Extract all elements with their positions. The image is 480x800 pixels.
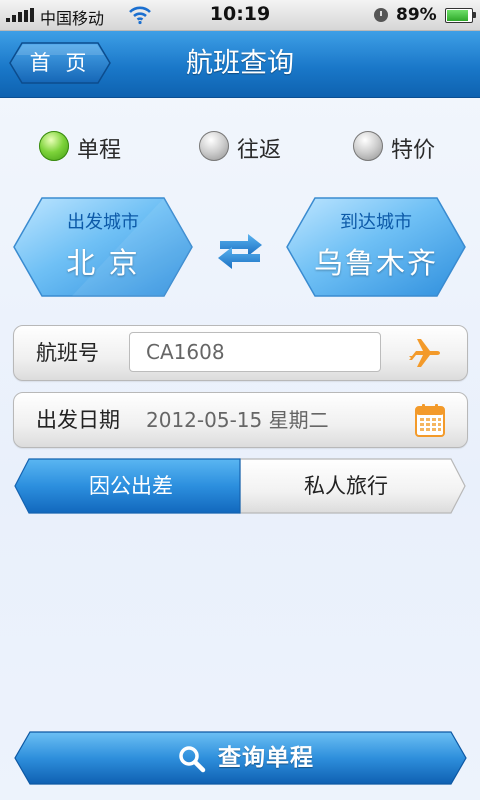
orientation-lock-icon [374, 8, 388, 22]
nav-header: 航班查询 首 页 [0, 31, 480, 98]
departure-city-value: 北 京 [66, 246, 140, 280]
departure-date-value: 2012-05-15 星期二 [146, 408, 329, 432]
trip-type-special-fare[interactable]: 特价 [353, 130, 453, 164]
battery-icon [445, 8, 476, 23]
battery-percent: 89% [396, 5, 437, 25]
departure-city-button[interactable]: 出发城市 北 京 [12, 196, 194, 298]
home-back-button[interactable]: 首 页 [8, 41, 112, 85]
swap-arrows-icon[interactable] [216, 231, 264, 271]
calendar-icon[interactable] [415, 403, 445, 437]
purpose-business-trip[interactable]: 因公出差 [23, 458, 239, 514]
search-button-label: 查询单程 [218, 745, 314, 771]
home-button-label: 首 页 [29, 51, 91, 75]
flight-number-input[interactable] [129, 332, 381, 372]
departure-city-label: 出发城市 [67, 212, 139, 233]
trip-type-round-trip[interactable]: 往返 [199, 130, 299, 164]
radio-unselected-icon [353, 131, 383, 161]
radio-unselected-icon [199, 131, 229, 161]
trip-type-label: 特价 [391, 138, 436, 163]
arrival-city-value: 乌鲁木齐 [313, 246, 438, 280]
trip-purpose-segmented-control: 因公出差 私人旅行 [13, 458, 467, 514]
arrival-city-button[interactable]: 到达城市 乌鲁木齐 [285, 196, 467, 298]
flight-number-row: 航班号 [13, 325, 468, 381]
flight-number-label: 航班号 [36, 341, 99, 365]
purpose-personal-trip[interactable]: 私人旅行 [241, 458, 451, 514]
search-one-way-button[interactable]: 查询单程 [14, 731, 467, 785]
status-bar: 中国移动 10:19 89% [0, 0, 480, 31]
trip-type-label: 往返 [237, 138, 282, 163]
trip-type-one-way[interactable]: 单程 [39, 130, 139, 164]
trip-type-label: 单程 [77, 138, 122, 163]
departure-date-row[interactable]: 出发日期 2012-05-15 星期二 [13, 392, 468, 448]
radio-selected-icon [39, 131, 69, 161]
arrival-city-label: 到达城市 [340, 212, 412, 233]
airplane-icon[interactable] [406, 336, 442, 370]
departure-date-label: 出发日期 [36, 408, 120, 432]
search-icon [179, 746, 206, 773]
